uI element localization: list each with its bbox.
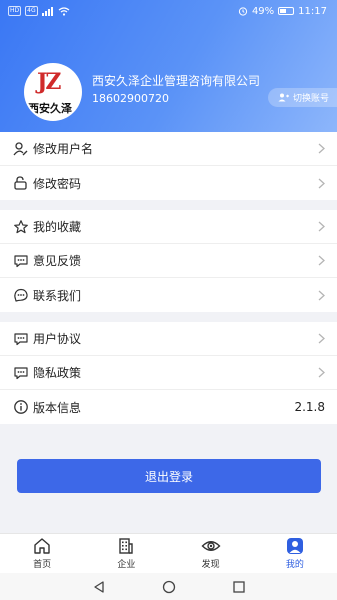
switch-account-button[interactable]: 切换账号 [267, 88, 337, 107]
eye-icon [201, 541, 221, 551]
about-group: 用户协议 隐私政策 版本信息 2.1.8 [0, 322, 337, 424]
user-agreement-row[interactable]: 用户协议 [0, 322, 337, 356]
status-bar: HD 4G 49% 11:17 [0, 0, 337, 22]
chevron-right-icon [315, 255, 327, 267]
edit-username-row[interactable]: 修改用户名 [0, 132, 337, 166]
tab-discover[interactable]: 发现 [169, 534, 253, 573]
chevron-right-icon [315, 333, 327, 345]
contact-us-label: 联系我们 [33, 288, 82, 303]
switch-account-label: 切换账号 [292, 94, 329, 104]
version-info-label: 版本信息 [33, 400, 82, 415]
switch-user-icon [278, 93, 289, 102]
chevron-right-icon [315, 143, 327, 155]
home-icon [34, 538, 50, 554]
clock-time: 11:17 [298, 5, 327, 17]
tab-enterprise-label: 企业 [117, 560, 136, 570]
privacy-icon [12, 364, 30, 382]
user-edit-icon [12, 140, 30, 158]
change-password-row[interactable]: 修改密码 [0, 166, 337, 200]
wifi-icon [58, 6, 69, 16]
feedback-icon [12, 252, 30, 270]
privacy-policy-label: 隐私政策 [33, 366, 82, 380]
tab-enterprise[interactable]: 企业 [84, 534, 168, 573]
logout-button[interactable]: 退出登录 [17, 459, 321, 493]
star-icon [12, 218, 30, 236]
feedback-label: 意见反馈 [33, 254, 82, 268]
recents-icon[interactable] [232, 580, 246, 594]
company-name: 西安久泽企业管理咨询有限公司 [92, 74, 261, 88]
network-indicator: 4G [25, 6, 38, 16]
tab-mine-label: 我的 [285, 560, 304, 570]
signal-icon [41, 6, 53, 16]
alarm-icon [238, 7, 248, 16]
version-number: 2.1.8 [294, 400, 325, 414]
my-favorites-row[interactable]: 我的收藏 [0, 210, 337, 244]
lock-edit-icon [12, 174, 30, 192]
bottom-tab-bar: 首页 企业 发现 我的 [0, 533, 337, 573]
person-icon [286, 538, 303, 554]
account-settings-group: 修改用户名 修改密码 [0, 132, 337, 200]
hd-indicator: HD [8, 6, 22, 16]
info-icon [12, 398, 30, 416]
tab-home[interactable]: 首页 [0, 534, 84, 573]
chevron-right-icon [315, 177, 327, 189]
battery-icon [278, 7, 295, 15]
tab-home-label: 首页 [33, 560, 52, 570]
chevron-right-icon [315, 367, 327, 379]
user-agreement-label: 用户协议 [33, 332, 82, 346]
company-logo-mark: JZ [37, 69, 62, 95]
chevron-right-icon [315, 289, 327, 301]
my-favorites-label: 我的收藏 [33, 220, 82, 234]
back-icon[interactable] [92, 580, 106, 594]
profile-header: HD 4G 49% 11:17 JZ 西安久泽 西安久泽企业管理咨询有限公司 1… [0, 0, 337, 132]
feedback-row[interactable]: 意见反馈 [0, 244, 337, 278]
privacy-policy-row[interactable]: 隐私政策 [0, 356, 337, 390]
contact-icon [12, 286, 30, 304]
change-password-label: 修改密码 [33, 176, 82, 191]
phone-number: 18602900720 [92, 92, 169, 105]
system-navigation-bar [0, 573, 337, 600]
service-group: 我的收藏 意见反馈 联系我们 [0, 210, 337, 312]
chevron-right-icon [315, 221, 327, 233]
building-icon [119, 538, 134, 554]
company-logo-text: 西安久泽 [28, 102, 72, 115]
edit-username-label: 修改用户名 [33, 142, 94, 156]
tab-discover-label: 发现 [201, 560, 220, 570]
avatar[interactable]: JZ 西安久泽 [24, 63, 82, 121]
version-info-row: 版本信息 2.1.8 [0, 390, 337, 424]
tab-mine[interactable]: 我的 [253, 534, 337, 573]
agreement-icon [12, 330, 30, 348]
battery-percent: 49% [251, 5, 275, 17]
logout-label: 退出登录 [144, 469, 193, 484]
contact-us-row[interactable]: 联系我们 [0, 278, 337, 312]
home-circle-icon[interactable] [162, 580, 176, 594]
